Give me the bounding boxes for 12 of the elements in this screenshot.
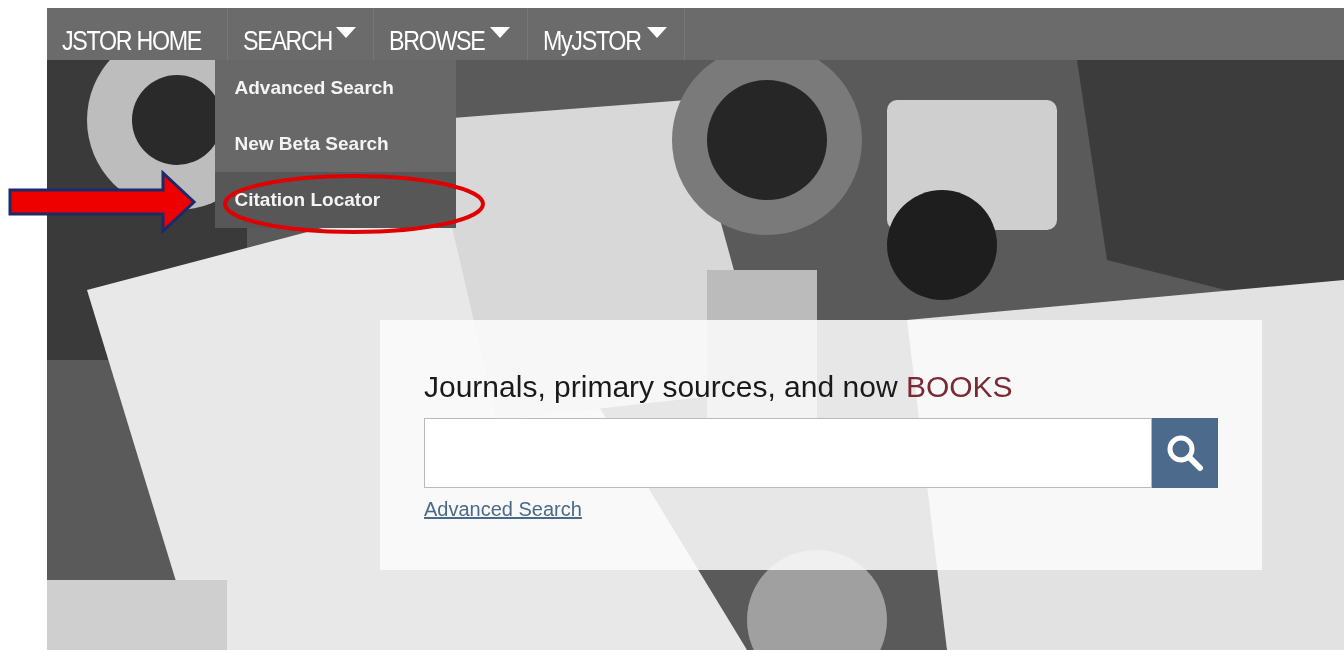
headline: Journals, primary sources, and now BOOKS <box>424 370 1014 404</box>
arrow-icon <box>8 170 196 234</box>
nav-label: JSTOR HOME <box>62 27 201 55</box>
nav-label: MyJSTOR <box>543 27 641 55</box>
search-icon <box>1166 434 1204 472</box>
menu-item[interactable]: New Beta Search <box>214 116 456 172</box>
menu-item[interactable]: Advanced Search <box>214 60 456 116</box>
advanced-search-link[interactable]: Advanced Search <box>424 498 582 521</box>
nav-label: BROWSE <box>389 27 485 55</box>
nav-label: SEARCH <box>242 27 332 55</box>
search-field[interactable] <box>424 418 1152 488</box>
search-button[interactable] <box>1152 418 1218 488</box>
